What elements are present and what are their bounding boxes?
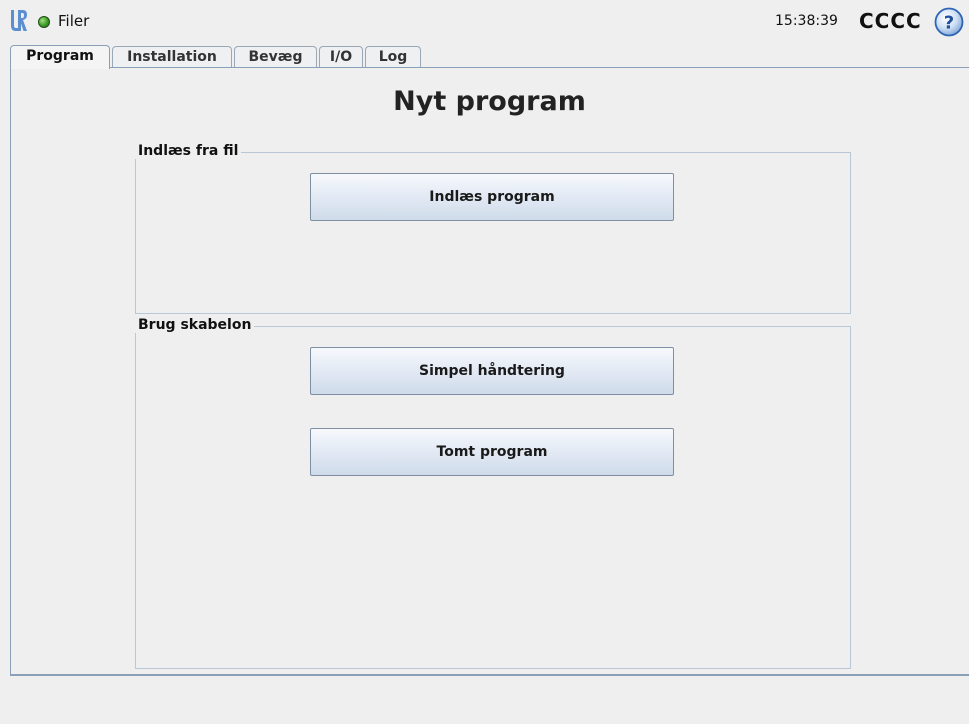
tab-io[interactable]: I/O xyxy=(319,46,363,67)
load-from-file-legend: Indlæs fra fil xyxy=(132,143,242,159)
universal-robots-logo xyxy=(11,10,27,31)
file-menu-button[interactable]: Filer xyxy=(58,12,89,30)
tab-installation[interactable]: Installation xyxy=(112,46,232,67)
page-title: Nyt program xyxy=(393,86,586,117)
status-indicator-icon xyxy=(38,16,50,28)
clock: 15:38:39 xyxy=(775,13,838,29)
top-bar: Filer 15:38:39 CCCC ? xyxy=(0,0,969,44)
load-program-button[interactable]: Indlæs program xyxy=(310,173,674,221)
empty-program-button[interactable]: Tomt program xyxy=(310,428,674,476)
tab-log[interactable]: Log xyxy=(365,46,421,67)
robot-name: CCCC xyxy=(859,9,922,33)
simple-handling-button[interactable]: Simpel håndtering xyxy=(310,347,674,395)
tab-bar: Program Installation Bevæg I/O Log xyxy=(10,45,969,69)
tab-move[interactable]: Bevæg xyxy=(234,46,317,67)
svg-text:?: ? xyxy=(944,13,954,34)
tab-program[interactable]: Program xyxy=(10,45,110,69)
help-icon[interactable]: ? xyxy=(934,7,964,37)
use-template-legend: Brug skabelon xyxy=(132,317,255,333)
